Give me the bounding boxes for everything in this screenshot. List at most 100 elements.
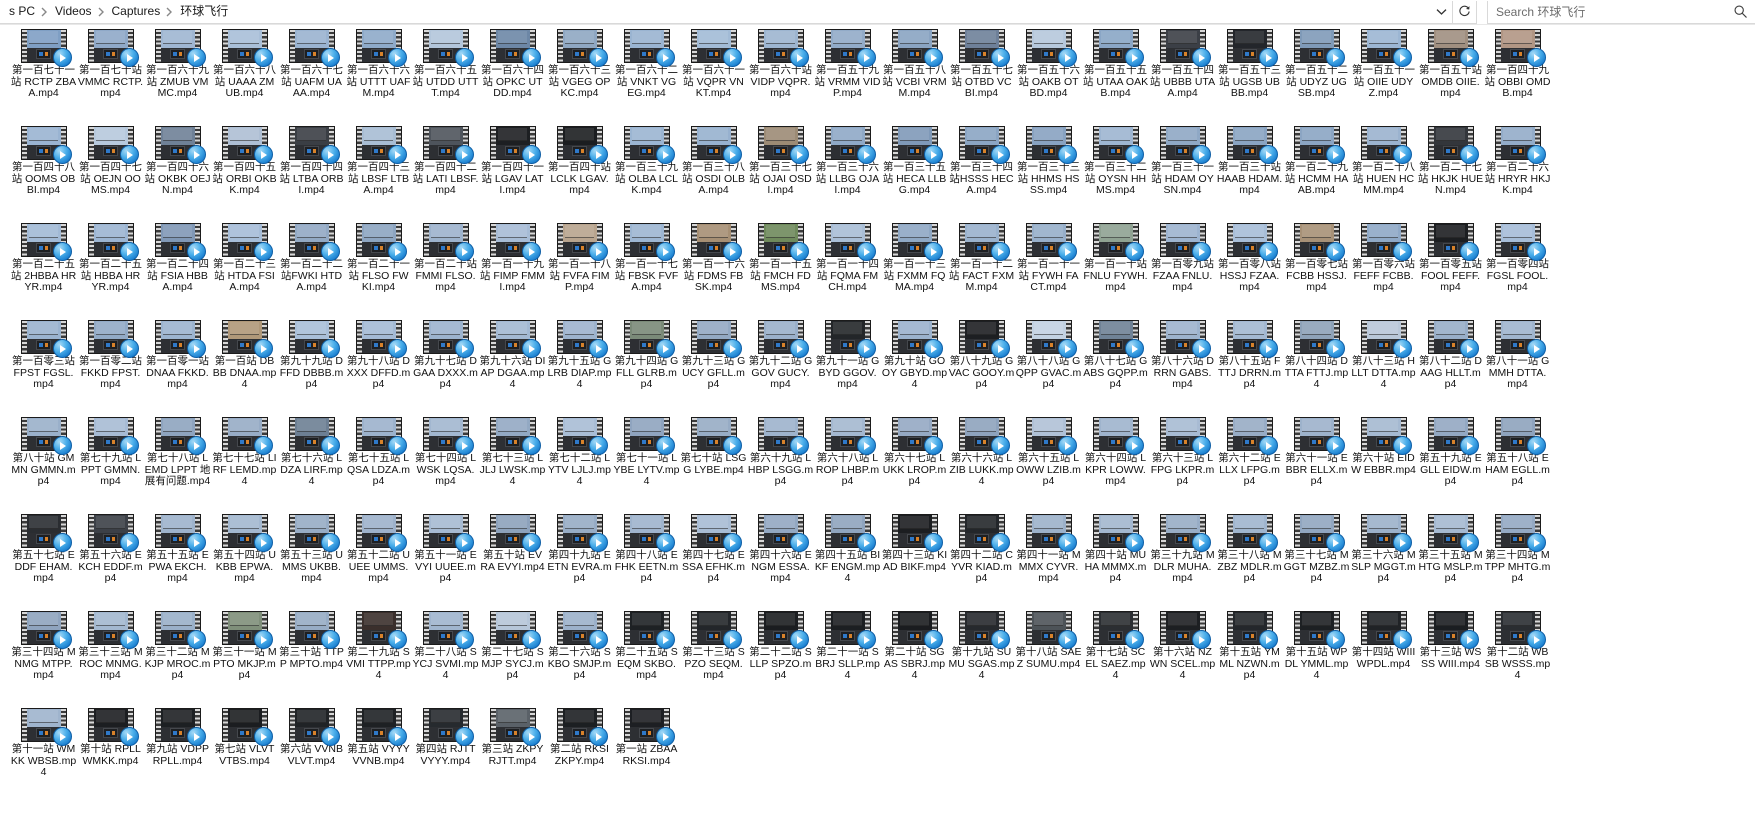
file-item[interactable]: 第一百六十三站 VGEG OPKC.mp4 bbox=[546, 29, 613, 126]
file-item[interactable]: 第二十七站 SMJP SYCJ.mp4 bbox=[479, 611, 546, 708]
file-item[interactable]: 第四十六站 ENGM ESSA.mp4 bbox=[747, 514, 814, 611]
file-item[interactable]: 第四十八站 EFHK EETN.mp4 bbox=[613, 514, 680, 611]
file-item[interactable]: 第八十五站 FTTJ DRRN.mp4 bbox=[1216, 320, 1283, 417]
file-item[interactable]: 第一百六十二站 VNKT VGEG.mp4 bbox=[613, 29, 680, 126]
file-item[interactable]: 第三十一站 MPTO MKJP.mp4 bbox=[211, 611, 278, 708]
file-item[interactable]: 第一百二十三站 HTDA FSIA.mp4 bbox=[211, 223, 278, 320]
file-item[interactable]: 第七站 VLVT VTBS.mp4 bbox=[211, 708, 278, 805]
file-item[interactable]: 第三十七站 MGGT MZBZ.mp4 bbox=[1283, 514, 1350, 611]
file-item[interactable]: 第六十四站 LKPR LOWW.mp4 bbox=[1082, 417, 1149, 514]
file-item[interactable]: 第六十一站 EBBR ELLX.mp4 bbox=[1283, 417, 1350, 514]
breadcrumb[interactable]: s PC Videos Captures 环球飞行 bbox=[0, 0, 1453, 24]
file-item[interactable]: 第一百零六站 FEFF FCBB.mp4 bbox=[1350, 223, 1417, 320]
file-item[interactable]: 第七十一站 LYBE LYTV.mp4 bbox=[613, 417, 680, 514]
file-item[interactable]: 第十三站 WSSS WIII.mp4 bbox=[1417, 611, 1484, 708]
file-item[interactable]: 第六十七站 LUKK LROP.mp4 bbox=[881, 417, 948, 514]
file-item[interactable]: 第一百零四站 FGSL FOOL.mp4 bbox=[1484, 223, 1551, 320]
file-item[interactable]: 第五十一站 EVYI UUEE.mp4 bbox=[412, 514, 479, 611]
file-item[interactable]: 第九十三站 GUCY GFLL.mp4 bbox=[680, 320, 747, 417]
file-item[interactable]: 第一站 ZBAA RKSI.mp4 bbox=[613, 708, 680, 805]
file-item[interactable]: 第一百三十四站HSSS HECA.mp4 bbox=[948, 126, 1015, 223]
file-item[interactable]: 第一百二十八站 HUEN HCMM.mp4 bbox=[1350, 126, 1417, 223]
search-box[interactable]: Search 环球飞行 bbox=[1487, 0, 1755, 24]
file-item[interactable]: 第五十七站 EDDF EHAM.mp4 bbox=[10, 514, 77, 611]
file-item[interactable]: 第二站 RKSI ZKPY.mp4 bbox=[546, 708, 613, 805]
file-item[interactable]: 第一百二十五站 HBBA HRYR.mp4 bbox=[77, 223, 144, 320]
file-item[interactable]: 第一百三十六站 LLBG OJAI.mp4 bbox=[814, 126, 881, 223]
file-item[interactable]: 第五十六站 EKCH EDDF.mp4 bbox=[77, 514, 144, 611]
file-item[interactable]: 第一百五十八站 VCBI VRMM.mp4 bbox=[881, 29, 948, 126]
file-item[interactable]: 第六十站 EIDW EBBR.mp4 bbox=[1350, 417, 1417, 514]
file-item[interactable]: 第八十七站 GABS GQPP.mp4 bbox=[1082, 320, 1149, 417]
file-item[interactable]: 第九十八站 DXXX DFFD.mp4 bbox=[345, 320, 412, 417]
file-item[interactable]: 第一百一十八站 FVFA FIMP.mp4 bbox=[546, 223, 613, 320]
file-item[interactable]: 第十站 RPLL WMKK.mp4 bbox=[77, 708, 144, 805]
file-item[interactable]: 第一百七十站 VMMC RCTP.mp4 bbox=[77, 29, 144, 126]
file-item[interactable]: 第一百六十八站 UAAA ZMUB.mp4 bbox=[211, 29, 278, 126]
file-item[interactable]: 第六十九站 LHBP LSGG.mp4 bbox=[747, 417, 814, 514]
file-item[interactable]: 第二十站 SGAS SBRJ.mp4 bbox=[881, 611, 948, 708]
file-item[interactable]: 第五站 VYYY VVNB.mp4 bbox=[345, 708, 412, 805]
file-item[interactable]: 第一百三十三站 HHMS HSSS.mp4 bbox=[1015, 126, 1082, 223]
file-item[interactable]: 第六十二站 ELLX LFPG.mp4 bbox=[1216, 417, 1283, 514]
file-item[interactable]: 第一百四十站 LCLK LGAV.mp4 bbox=[546, 126, 613, 223]
file-item[interactable]: 第八十八站 GQPP GVAC.mp4 bbox=[1015, 320, 1082, 417]
file-item[interactable]: 第八十二站 DAAG HLLT.mp4 bbox=[1417, 320, 1484, 417]
file-item[interactable]: 第三十六站 MSLP MGGT.mp4 bbox=[1350, 514, 1417, 611]
file-item[interactable]: 第一百四十五站 ORBI OKBK.mp4 bbox=[211, 126, 278, 223]
file-item[interactable]: 第一百零五站 FOOL FEFF.mp4 bbox=[1417, 223, 1484, 320]
file-item[interactable]: 第一百四十一站 LGAV LATI.mp4 bbox=[479, 126, 546, 223]
file-item[interactable]: 第一百四十九站 OBBI OMDB.mp4 bbox=[1484, 29, 1551, 126]
search-input[interactable]: Search 环球飞行 bbox=[1496, 3, 1733, 20]
file-item[interactable]: 第一百四十三站 LBSF LTBA.mp4 bbox=[345, 126, 412, 223]
file-item[interactable]: 第四站 RJTT VYYY.mp4 bbox=[412, 708, 479, 805]
file-item[interactable]: 第七十六站 LDZA LIRF.mp4 bbox=[278, 417, 345, 514]
file-item[interactable]: 第九十四站 GFLL GLRB.mp4 bbox=[613, 320, 680, 417]
file-item[interactable]: 第三十四站 MNMG MTPP.mp4 bbox=[10, 611, 77, 708]
file-item[interactable]: 第四十七站 ESSA EFHK.mp4 bbox=[680, 514, 747, 611]
file-item[interactable]: 第八十三站 HLLT DTTA.mp4 bbox=[1350, 320, 1417, 417]
file-item[interactable]: 第七十五站 LQSA LDZA.mp4 bbox=[345, 417, 412, 514]
file-item[interactable]: 第五十四站 UKBB EPWA.mp4 bbox=[211, 514, 278, 611]
file-item[interactable]: 第一百二十二站FWKI HTDA.mp4 bbox=[278, 223, 345, 320]
file-item[interactable]: 第一百四十六站 OKBK OEJN.mp4 bbox=[144, 126, 211, 223]
file-item[interactable]: 第六十八站 LROP LHBP.mp4 bbox=[814, 417, 881, 514]
file-item[interactable]: 第一百六十六站 UTTT UAFM.mp4 bbox=[345, 29, 412, 126]
file-item[interactable]: 第一百六十一站 VQPR VNKT.mp4 bbox=[680, 29, 747, 126]
file-item[interactable]: 第一百零二站 FKKD FPST.mp4 bbox=[77, 320, 144, 417]
file-item[interactable]: 第七十九站 LPPT GMMN.mp4 bbox=[77, 417, 144, 514]
file-item[interactable]: 第一百三十站 HAAB HDAM.mp4 bbox=[1216, 126, 1283, 223]
file-item[interactable]: 第四十一站 MMMX CYVR.mp4 bbox=[1015, 514, 1082, 611]
file-item[interactable]: 第八十六站 DRRN GABS.mp4 bbox=[1149, 320, 1216, 417]
file-item[interactable]: 第三十二站 MKJP MROC.mp4 bbox=[144, 611, 211, 708]
file-item[interactable]: 第九十七站 DGAA DXXX.mp4 bbox=[412, 320, 479, 417]
file-item[interactable]: 第一百二十九站 HCMM HAAB.mp4 bbox=[1283, 126, 1350, 223]
file-item[interactable]: 第一百零一站 DNAA FKKD.mp4 bbox=[144, 320, 211, 417]
file-item[interactable]: 第九十二站 GGOV GUCY.mp4 bbox=[747, 320, 814, 417]
file-item[interactable]: 第四十三站 KIAD BIKF.mp4 bbox=[881, 514, 948, 611]
file-item[interactable]: 第一百一十站 FNLU FYWH.mp4 bbox=[1082, 223, 1149, 320]
file-item[interactable]: 第一百零九站 FZAA FNLU.mp4 bbox=[1149, 223, 1216, 320]
file-item[interactable]: 第七十八站 LEMD LPPT 地展有问题.mp4 bbox=[144, 417, 211, 514]
file-list-view[interactable]: 第一百七十一站 RCTP ZBAA.mp4 第一百七十站 VMMC RCTP.mp… bbox=[0, 25, 1755, 828]
file-item[interactable]: 第三十四站 MTPP MHTG.mp4 bbox=[1484, 514, 1551, 611]
chevron-down-icon[interactable] bbox=[1432, 1, 1450, 22]
file-item[interactable]: 第二十六站 SKBO SMJP.mp4 bbox=[546, 611, 613, 708]
file-item[interactable]: 第一百零七站 FCBB HSSJ.mp4 bbox=[1283, 223, 1350, 320]
file-item[interactable]: 第七十站 LSGG LYBE.mp4 bbox=[680, 417, 747, 514]
file-item[interactable]: 第一百三十八站 OSDI OLBA.mp4 bbox=[680, 126, 747, 223]
breadcrumb-item-3[interactable]: 环球飞行 bbox=[175, 2, 233, 21]
file-item[interactable]: 第一百五十九站 VRMM VIDP.mp4 bbox=[814, 29, 881, 126]
file-item[interactable]: 第九十五站 GLRB DIAP.mp4 bbox=[546, 320, 613, 417]
file-item[interactable]: 第九十一站 GBYD GGOV.mp4 bbox=[814, 320, 881, 417]
file-item[interactable]: 第六十六站 LZIB LUKK.mp4 bbox=[948, 417, 1015, 514]
breadcrumb-item-1[interactable]: Videos bbox=[50, 2, 96, 21]
file-item[interactable]: 第一百五十六站 OAKB OTBD.mp4 bbox=[1015, 29, 1082, 126]
file-item[interactable]: 第一百一十二站 FACT FXMM.mp4 bbox=[948, 223, 1015, 320]
file-item[interactable]: 第一百二十五站 2HBBA HRYR.mp4 bbox=[10, 223, 77, 320]
file-item[interactable]: 第十一站 WMKK WBSB.mp4 bbox=[10, 708, 77, 805]
file-item[interactable]: 第一百五十七站 OTBD VCBI.mp4 bbox=[948, 29, 1015, 126]
file-item[interactable]: 第一百五十二站 UDYZ UGSB.mp4 bbox=[1283, 29, 1350, 126]
file-item[interactable]: 第三十九站 MDLR MUHA.mp4 bbox=[1149, 514, 1216, 611]
refresh-button[interactable] bbox=[1453, 0, 1477, 24]
